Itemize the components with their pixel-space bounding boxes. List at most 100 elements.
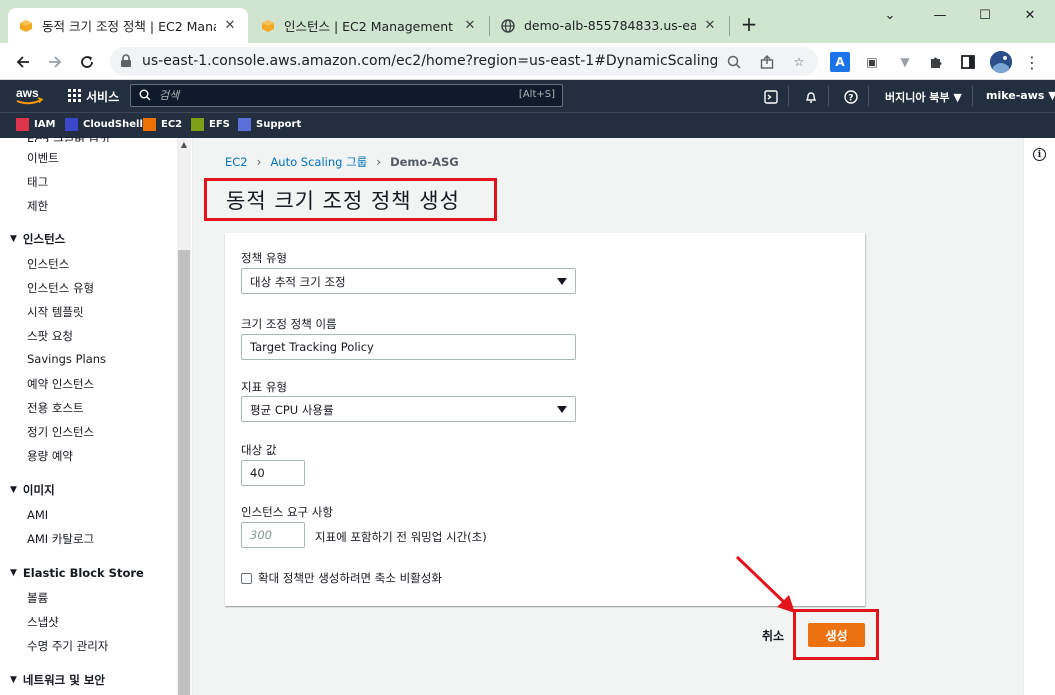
search-icon — [139, 89, 151, 104]
target-value-input[interactable] — [241, 460, 305, 486]
breadcrumb: EC2 › Auto Scaling 그룹 › Demo-ASG — [225, 154, 459, 170]
disable-scale-in-checkbox[interactable]: 확대 정책만 생성하려면 축소 비활성화 — [241, 570, 442, 586]
sidebar-item-launch-templates[interactable]: 시작 템플릿 — [27, 304, 84, 320]
sidebar-item-snapshots[interactable]: 스냅샷 — [27, 614, 59, 630]
policy-type-select[interactable]: 대상 추적 크기 조정 — [241, 268, 576, 294]
sidebar-item-instances[interactable]: 인스턴스 — [27, 256, 69, 272]
avatar[interactable] — [990, 51, 1012, 73]
aws-cube-icon — [260, 18, 276, 34]
info-icon[interactable]: i — [1033, 148, 1046, 161]
caret-down-icon: ▼ — [10, 675, 17, 685]
chevron-right-icon: › — [256, 155, 262, 169]
favorite-iam[interactable]: IAM — [16, 118, 55, 131]
header-divider — [868, 86, 869, 106]
region-selector[interactable]: 버지니아 북부 ▼ — [885, 89, 962, 105]
warmup-hint: 지표에 포함하기 전 워밍업 시간(초) — [315, 530, 487, 544]
cloudshell-icon[interactable] — [762, 88, 780, 106]
aws-search-box[interactable]: [Alt+S] — [130, 84, 563, 107]
sidebar-section-images[interactable]: ▼ 이미지 — [10, 482, 55, 498]
breadcrumb-auto-scaling-groups[interactable]: Auto Scaling 그룹 — [270, 154, 367, 170]
policy-type-value: 대상 추적 크기 조정 — [250, 275, 346, 289]
chevron-right-icon: › — [376, 155, 382, 169]
sidebar-item-ami-catalog[interactable]: AMI 카탈로그 — [27, 531, 94, 547]
warmup-input[interactable] — [241, 522, 305, 548]
sidebar-item-events[interactable]: 이벤트 — [27, 150, 59, 166]
url-text: us-east-1.console.aws.amazon.com/ec2/hom… — [142, 53, 717, 69]
browser-tab[interactable]: 인스턴스 | EC2 Management Co ✕ — [250, 8, 488, 43]
puzzle-icon[interactable] — [926, 52, 946, 72]
translate-extension-icon[interactable]: A — [830, 52, 850, 72]
address-bar[interactable]: us-east-1.console.aws.amazon.com/ec2/hom… — [110, 47, 818, 76]
services-label: 서비스 — [86, 90, 120, 104]
new-tab-button[interactable]: + — [738, 14, 760, 36]
sidebar-item-lifecycle-manager[interactable]: 수명 주기 관리자 — [27, 638, 108, 654]
sidebar-item-capacity-reservations[interactable]: 용량 예약 — [27, 448, 73, 464]
efs-icon — [191, 118, 204, 131]
metric-type-select[interactable]: 평균 CPU 사용률 — [241, 396, 576, 422]
checkbox-icon[interactable] — [241, 572, 252, 584]
services-menu[interactable]: 서비스 — [68, 88, 119, 105]
sidebar-item-scheduled-instances[interactable]: 정기 인스턴스 — [27, 424, 94, 440]
sidebar-section-instances[interactable]: ▼ 인스턴스 — [10, 231, 65, 247]
sidebar-item-partial[interactable]: EC2 글로벌 보기 — [27, 134, 110, 142]
star-icon[interactable]: ☆ — [790, 53, 808, 71]
favorite-support[interactable]: Support — [238, 118, 301, 131]
header-divider — [788, 86, 789, 106]
back-arrow-icon[interactable] — [12, 51, 34, 73]
side-panel-icon[interactable] — [958, 52, 978, 72]
chevron-down-icon[interactable]: ⌄ — [870, 4, 910, 26]
reload-icon[interactable] — [76, 51, 98, 73]
kebab-menu-icon[interactable]: ⋮ — [1022, 52, 1042, 72]
account-menu[interactable]: mike-aws ▼ — [986, 89, 1055, 102]
sidebar-section-network-security[interactable]: ▼ 네트워크 및 보안 — [10, 672, 105, 688]
sidebar-item-limits[interactable]: 제한 — [27, 198, 48, 214]
header-divider — [972, 86, 973, 106]
caret-down-icon: ▼ — [10, 568, 17, 578]
forward-arrow-icon[interactable] — [44, 51, 66, 73]
tab-title: 인스턴스 | EC2 Management Co — [284, 19, 456, 34]
breadcrumb-ec2[interactable]: EC2 — [225, 155, 248, 169]
search-input[interactable] — [159, 87, 489, 104]
sidebar-item-instance-types[interactable]: 인스턴스 유형 — [27, 280, 94, 296]
svg-text:?: ? — [848, 94, 853, 104]
tab-title: demo-alb-855784833.us-east-1.e — [524, 18, 696, 33]
scroll-up-icon[interactable]: ▲ — [177, 140, 191, 152]
sidebar-item-spot-requests[interactable]: 스팟 요청 — [27, 328, 73, 344]
bell-icon[interactable] — [802, 88, 820, 106]
sidebar-item-tags[interactable]: 태그 — [27, 174, 48, 190]
sidebar-section-ebs[interactable]: ▼ Elastic Block Store — [10, 566, 144, 580]
instance-need-label: 인스턴스 요구 사항 — [241, 505, 333, 519]
close-icon[interactable]: ✕ — [462, 18, 478, 33]
maximize-icon[interactable]: ☐ — [965, 4, 1005, 26]
help-icon[interactable]: ? — [842, 88, 860, 106]
sidebar-item-dedicated-hosts[interactable]: 전용 호스트 — [27, 400, 84, 416]
favorite-cloudshell[interactable]: CloudShell — [65, 118, 143, 131]
vue-extension-icon[interactable]: ▼ — [895, 52, 915, 72]
close-icon[interactable]: ✕ — [222, 18, 238, 33]
sidebar-item-ami[interactable]: AMI — [27, 508, 48, 522]
minimize-icon[interactable]: — — [920, 4, 960, 26]
header-divider — [828, 86, 829, 106]
breadcrumb-current: Demo-ASG — [390, 155, 459, 169]
favorite-ec2[interactable]: EC2 — [143, 118, 182, 131]
cloudshell-service-icon — [65, 118, 78, 131]
window-close-icon[interactable]: ✕ — [1010, 4, 1050, 26]
browser-tab-strip: 동적 크기 조정 정책 | EC2 Mana ✕ 인스턴스 | EC2 Mana… — [0, 0, 1055, 43]
policy-type-label: 정책 유형 — [241, 251, 287, 265]
share-icon[interactable] — [758, 53, 776, 71]
tab-title: 동적 크기 조정 정책 | EC2 Mana — [42, 19, 216, 34]
favorite-efs[interactable]: EFS — [191, 118, 230, 131]
sidebar-item-reserved-instances[interactable]: 예약 인스턴스 — [27, 376, 94, 392]
sidebar-item-savings-plans[interactable]: Savings Plans — [27, 352, 106, 366]
policy-name-input[interactable] — [241, 334, 576, 360]
close-icon[interactable]: ✕ — [702, 18, 718, 33]
sidebar-item-volumes[interactable]: 볼륨 — [27, 590, 48, 606]
zoom-icon[interactable] — [725, 53, 743, 71]
aws-logo[interactable]: aws — [14, 85, 44, 107]
extension-icon[interactable]: ▣ — [862, 52, 882, 72]
cancel-button[interactable]: 취소 — [762, 627, 784, 644]
browser-toolbar: us-east-1.console.aws.amazon.com/ec2/hom… — [0, 43, 1055, 80]
sidebar-scrollbar-thumb[interactable] — [178, 250, 190, 695]
browser-tab[interactable]: demo-alb-855784833.us-east-1.e ✕ — [490, 8, 728, 43]
browser-tab-active[interactable]: 동적 크기 조정 정책 | EC2 Mana ✕ — [8, 8, 248, 43]
